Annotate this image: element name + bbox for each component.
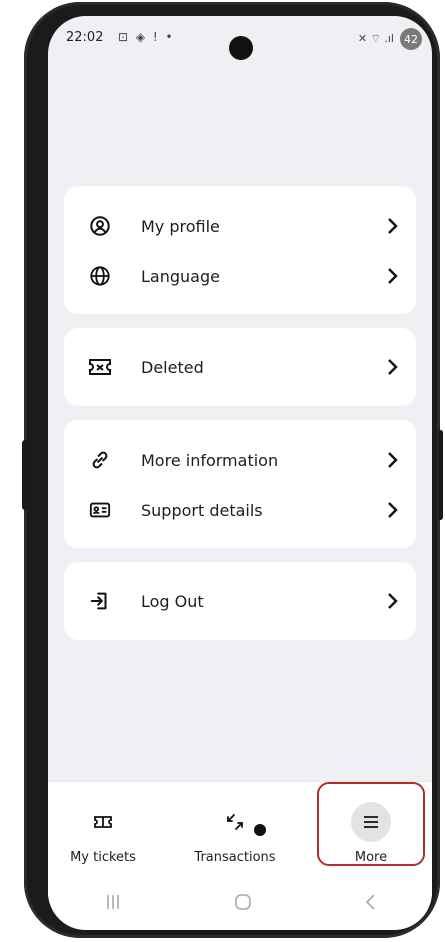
menu-item-label: Log Out: [141, 591, 204, 611]
chevron-right-icon: [382, 590, 404, 612]
arrows-icon: [215, 802, 255, 842]
status-right: ✕ ⌔ .ıl 42: [358, 28, 422, 50]
menu-card-info: More information Support details: [64, 420, 416, 548]
nav-item-transactions[interactable]: Transactions: [180, 802, 290, 882]
menu-item-label: Language: [141, 266, 220, 286]
status-bar: 22:02 ⊡ ◈ ! • ✕ ⌔ .ıl 42: [48, 16, 432, 64]
selection-highlight: [317, 782, 425, 866]
system-navigation-bar: [48, 878, 432, 930]
menu-item-language[interactable]: Language: [64, 256, 416, 296]
bottom-navigation: My tickets Transactions More: [48, 781, 432, 930]
recents-button[interactable]: [104, 894, 122, 914]
chevron-right-icon: [382, 356, 404, 378]
logout-icon: [88, 589, 112, 613]
chevron-right-icon: [382, 449, 404, 471]
id-card-icon: [88, 498, 112, 522]
menu-card-account: My profile Language: [64, 186, 416, 314]
profile-icon: [88, 214, 112, 238]
chevron-right-icon: [382, 265, 404, 287]
menu-item-my-profile[interactable]: My profile: [64, 206, 416, 246]
menu-item-label: My profile: [141, 216, 220, 236]
home-button[interactable]: [234, 893, 252, 915]
menu-card-logout: Log Out: [64, 562, 416, 640]
side-button: [438, 430, 443, 520]
nav-item-my-tickets[interactable]: My tickets: [48, 802, 158, 882]
menu-item-label: More information: [141, 450, 279, 470]
nav-label: Transactions: [194, 850, 276, 865]
chevron-right-icon: [382, 499, 404, 521]
notification-icons: ⊡ ◈ ! •: [118, 30, 175, 44]
side-button: [22, 440, 28, 510]
battery-icon: 42: [400, 28, 422, 50]
menu-card-deleted: Deleted: [64, 328, 416, 406]
menu-item-support-details[interactable]: Support details: [64, 490, 416, 530]
menu-item-log-out[interactable]: Log Out: [64, 581, 416, 621]
chevron-right-icon: [382, 215, 404, 237]
ticket-icon: [83, 802, 123, 842]
ticket-deleted-icon: [88, 355, 112, 379]
nav-label: My tickets: [70, 850, 136, 865]
menu-item-deleted[interactable]: Deleted: [64, 347, 416, 387]
signal-icons: ✕ ⌔ .ıl: [357, 32, 394, 45]
status-time: 22:02: [66, 30, 104, 45]
screen: 22:02 ⊡ ◈ ! • ✕ ⌔ .ıl 42 My profile Lang…: [48, 16, 432, 930]
menu-item-label: Support details: [141, 500, 263, 520]
cursor-dot: [254, 824, 266, 836]
globe-icon: [88, 264, 112, 288]
link-icon: [88, 448, 112, 472]
front-camera: [229, 36, 253, 60]
menu-item-more-information[interactable]: More information: [64, 440, 416, 480]
menu-item-label: Deleted: [141, 357, 204, 377]
back-button[interactable]: [364, 893, 376, 915]
